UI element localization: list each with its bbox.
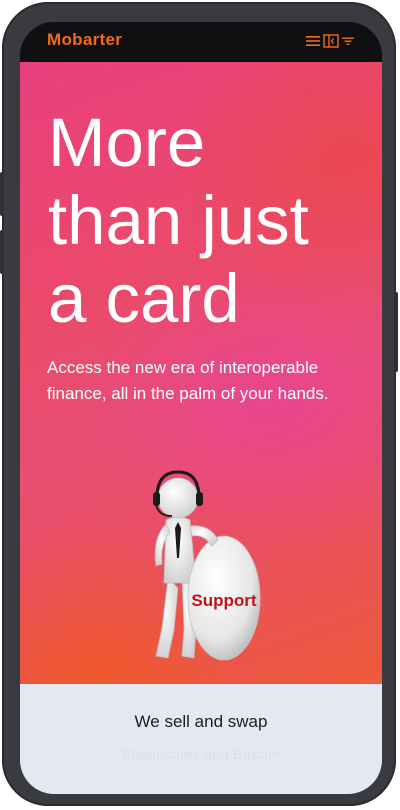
brand-logo[interactable]: Mobarter	[47, 30, 122, 50]
support-text: Support	[191, 591, 256, 610]
phone-side-button	[0, 230, 4, 274]
services-subtitle: Stablecoins and Bitcoin	[121, 746, 281, 762]
menu-icon[interactable]	[306, 34, 320, 48]
phone-side-button	[394, 292, 398, 372]
hero-section: More than just a card Access the new era…	[20, 62, 382, 684]
nav-menu-toggle[interactable]	[306, 32, 354, 50]
headline-line: than just	[48, 182, 309, 259]
sidebar-icon[interactable]	[323, 34, 339, 48]
app-screen: Mobarter More than just a card Access th…	[20, 22, 382, 794]
phone-side-button	[0, 172, 4, 216]
support-figure-icon: Support	[153, 470, 261, 661]
filter-icon[interactable]	[342, 35, 354, 47]
headline-line: a card	[48, 260, 240, 337]
support-illustration: Support	[138, 458, 278, 668]
top-navbar: Mobarter	[20, 22, 382, 62]
phone-frame: Mobarter More than just a card Access th…	[0, 2, 398, 806]
hero-headline: More than just a card	[48, 104, 368, 338]
services-section: We sell and swap Stablecoins and Bitcoin	[20, 684, 382, 794]
headline-line: More	[48, 104, 206, 181]
services-title: We sell and swap	[134, 712, 268, 731]
hero-subtext: Access the new era of interoperable fina…	[47, 358, 329, 403]
